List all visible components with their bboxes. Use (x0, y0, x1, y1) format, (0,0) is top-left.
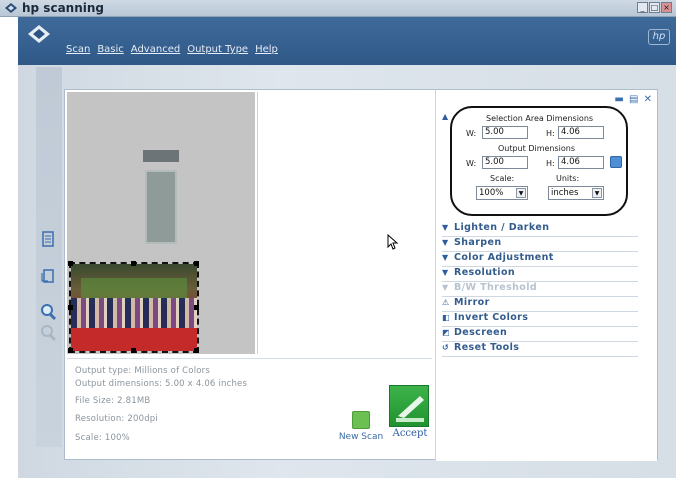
output-type-info: Output type: Millions of Colors (75, 366, 210, 376)
units-label: Units: (556, 174, 580, 183)
resize-handle[interactable] (131, 261, 136, 266)
scale-value: 100% (479, 188, 504, 198)
resize-handle[interactable] (194, 305, 199, 310)
selection-height-field[interactable]: 4.06 (558, 126, 604, 139)
menu-scan[interactable]: Scan (66, 44, 90, 55)
units-select[interactable]: inches ▼ (548, 186, 604, 200)
output-width-field[interactable]: 5.00 (482, 156, 528, 169)
menu-output-type[interactable]: Output Type (187, 44, 248, 55)
accept-button[interactable]: Accept (389, 385, 431, 439)
maximize-button[interactable]: □ (649, 2, 660, 13)
resize-handle[interactable] (68, 305, 73, 310)
app-window: Scan Basic Advanced Output Type Help hp (18, 17, 676, 478)
selection-width-field[interactable]: 5.00 (482, 126, 528, 139)
triangle-down-icon: ▼ (442, 283, 449, 292)
zoom-out-icon[interactable] (39, 324, 57, 342)
resize-handle[interactable] (194, 261, 199, 266)
selection-area[interactable] (68, 261, 199, 353)
info-panel: Output type: Millions of Colors Output d… (67, 358, 432, 458)
hp-logo-icon: hp (648, 29, 670, 45)
menu-bar: Scan Basic Advanced Output Type Help (66, 44, 278, 55)
preview-divider (257, 92, 258, 354)
preview-area[interactable] (67, 92, 432, 354)
resize-handle[interactable] (68, 261, 73, 266)
scale-label: Scale: (490, 174, 515, 183)
units-value: inches (551, 188, 579, 198)
reset-icon: ↺ (442, 343, 450, 352)
lock-aspect-icon[interactable] (610, 156, 622, 168)
tool-lighten-darken[interactable]: ▼ Lighten / Darken (442, 222, 638, 237)
fit-page-icon[interactable] (39, 230, 57, 248)
tool-invert-colors[interactable]: ◧ Invert Colors (442, 312, 638, 327)
output-height-label: H: (546, 159, 555, 168)
resize-handle[interactable] (131, 348, 136, 353)
title-bar: hp scanning _ □ × (0, 0, 676, 17)
main-panel: Output type: Millions of Colors Output d… (64, 89, 658, 461)
close-button[interactable]: × (661, 2, 672, 13)
menu-advanced[interactable]: Advanced (131, 44, 180, 55)
hp-scanning-logo-icon (5, 3, 17, 13)
resize-handle[interactable] (68, 348, 73, 353)
resolution-info: Resolution: 200dpi (75, 414, 158, 424)
menu-basic[interactable]: Basic (97, 44, 123, 55)
tool-bw-threshold: ▼ B/W Threshold (442, 282, 638, 297)
collapse-arrow-icon[interactable]: ▲ (442, 112, 448, 121)
accept-label: Accept (392, 428, 428, 439)
panel-controls-icon[interactable]: ▬ ▤ ✕ (614, 94, 653, 105)
tool-resolution[interactable]: ▼ Resolution (442, 267, 638, 282)
triangle-down-icon: ▼ (442, 253, 449, 262)
tool-sharpen[interactable]: ▼ Sharpen (442, 237, 638, 252)
tool-color-adjustment[interactable]: ▼ Color Adjustment (442, 252, 638, 267)
descreen-icon: ◩ (442, 328, 450, 337)
chevron-down-icon: ▼ (592, 188, 602, 198)
scale-info: Scale: 100% (75, 433, 130, 443)
invert-icon: ◧ (442, 313, 450, 322)
output-dimensions-info: Output dimensions: 5.00 x 4.06 inches (75, 379, 248, 389)
chevron-down-icon: ▼ (516, 188, 526, 198)
output-dimensions-title: Output Dimensions (498, 144, 576, 153)
tool-reset[interactable]: ↺ Reset Tools (442, 342, 638, 357)
tool-descreen[interactable]: ◩ Descreen (442, 327, 638, 342)
new-scan-icon (352, 411, 370, 429)
file-size-info: File Size: 2.81MB (75, 396, 151, 406)
mirror-icon: ⚠ (442, 298, 450, 307)
scale-select[interactable]: 100% ▼ (476, 186, 528, 200)
output-width-label: W: (466, 159, 477, 168)
tool-mirror[interactable]: ⚠ Mirror (442, 297, 638, 312)
minimize-button[interactable]: _ (637, 2, 648, 13)
selection-area-title: Selection Area Dimensions (486, 114, 594, 123)
triangle-down-icon: ▼ (442, 223, 449, 232)
app-logo-icon (28, 25, 50, 43)
rotate-icon[interactable] (39, 267, 57, 285)
triangle-down-icon: ▼ (442, 268, 449, 277)
selection-height-label: H: (546, 129, 555, 138)
device-shape-body (145, 170, 177, 244)
new-scan-label: New Scan (338, 432, 384, 442)
resize-handle[interactable] (194, 348, 199, 353)
dimensions-box: Selection Area Dimensions W: 5.00 H: 4.0… (450, 106, 628, 216)
triangle-down-icon: ▼ (442, 238, 449, 247)
output-height-field[interactable]: 4.06 (558, 156, 604, 169)
left-toolbar (36, 67, 62, 447)
window-controls: _ □ × (637, 2, 672, 13)
mouse-cursor-icon (387, 234, 399, 250)
menu-help[interactable]: Help (255, 44, 278, 55)
window-title: hp scanning (22, 1, 104, 15)
device-shape-top (143, 150, 179, 162)
zoom-in-icon[interactable] (39, 303, 57, 321)
selection-width-label: W: (466, 129, 477, 138)
accept-scanner-icon (389, 385, 429, 427)
tools-panel: ▬ ▤ ✕ ▲ Selection Area Dimensions W: 5.0… (435, 90, 657, 461)
new-scan-button[interactable]: New Scan (335, 411, 387, 442)
